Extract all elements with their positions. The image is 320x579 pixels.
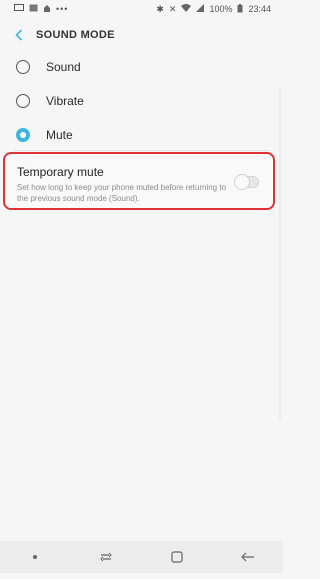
battery-icon bbox=[237, 3, 243, 15]
option-sound[interactable]: Sound bbox=[0, 50, 283, 84]
wifi-icon bbox=[181, 4, 192, 14]
radio-sound[interactable] bbox=[16, 60, 30, 74]
temporary-mute-description: Set how long to keep your phone muted be… bbox=[17, 183, 227, 203]
option-mute[interactable]: Mute bbox=[0, 118, 283, 152]
signal-icon bbox=[196, 4, 205, 14]
page-title: SOUND MODE bbox=[36, 29, 115, 41]
radio-selected-dot bbox=[20, 132, 26, 138]
divider bbox=[14, 150, 269, 151]
status-bar: ••• ✱ ✕ 100% 23:44 bbox=[0, 0, 283, 18]
cast-icon bbox=[14, 4, 24, 14]
home-icon bbox=[171, 551, 183, 563]
temporary-mute-row[interactable]: Temporary mute Set how long to keep your… bbox=[3, 152, 275, 210]
toggle-knob bbox=[234, 174, 250, 190]
status-left: ••• bbox=[14, 4, 68, 15]
sound-mode-options: Sound Vibrate Mute bbox=[0, 50, 283, 152]
toolbar: SOUND MODE bbox=[0, 22, 283, 48]
image-icon bbox=[29, 4, 38, 14]
battery-percent: 100% bbox=[209, 4, 233, 14]
dot-icon bbox=[33, 555, 38, 559]
more-notifications-icon: ••• bbox=[56, 4, 69, 14]
radio-vibrate[interactable] bbox=[16, 94, 30, 108]
scrollbar[interactable] bbox=[279, 90, 281, 420]
recent-apps-icon bbox=[100, 552, 112, 562]
clock: 23:44 bbox=[248, 4, 271, 14]
notification-icon bbox=[43, 4, 51, 15]
mute-icon: ✕ bbox=[168, 3, 177, 14]
chevron-left-icon bbox=[15, 29, 23, 41]
recent-apps-button[interactable] bbox=[86, 541, 126, 573]
home-button[interactable] bbox=[157, 541, 197, 573]
option-label: Vibrate bbox=[46, 94, 84, 108]
radio-mute[interactable] bbox=[16, 128, 30, 142]
back-arrow-icon bbox=[240, 552, 254, 562]
option-vibrate[interactable]: Vibrate bbox=[0, 84, 283, 118]
nav-dot-button[interactable] bbox=[15, 541, 55, 573]
option-label: Sound bbox=[46, 60, 81, 74]
temporary-mute-toggle[interactable] bbox=[234, 174, 259, 190]
bluetooth-icon: ✱ bbox=[156, 3, 164, 14]
status-right: ✱ ✕ 100% 23:44 bbox=[156, 3, 271, 15]
navigation-bar bbox=[0, 541, 283, 573]
back-nav-button[interactable] bbox=[228, 541, 268, 573]
temporary-mute-title: Temporary mute bbox=[17, 165, 104, 179]
back-button[interactable] bbox=[4, 22, 34, 48]
option-label: Mute bbox=[46, 128, 73, 142]
